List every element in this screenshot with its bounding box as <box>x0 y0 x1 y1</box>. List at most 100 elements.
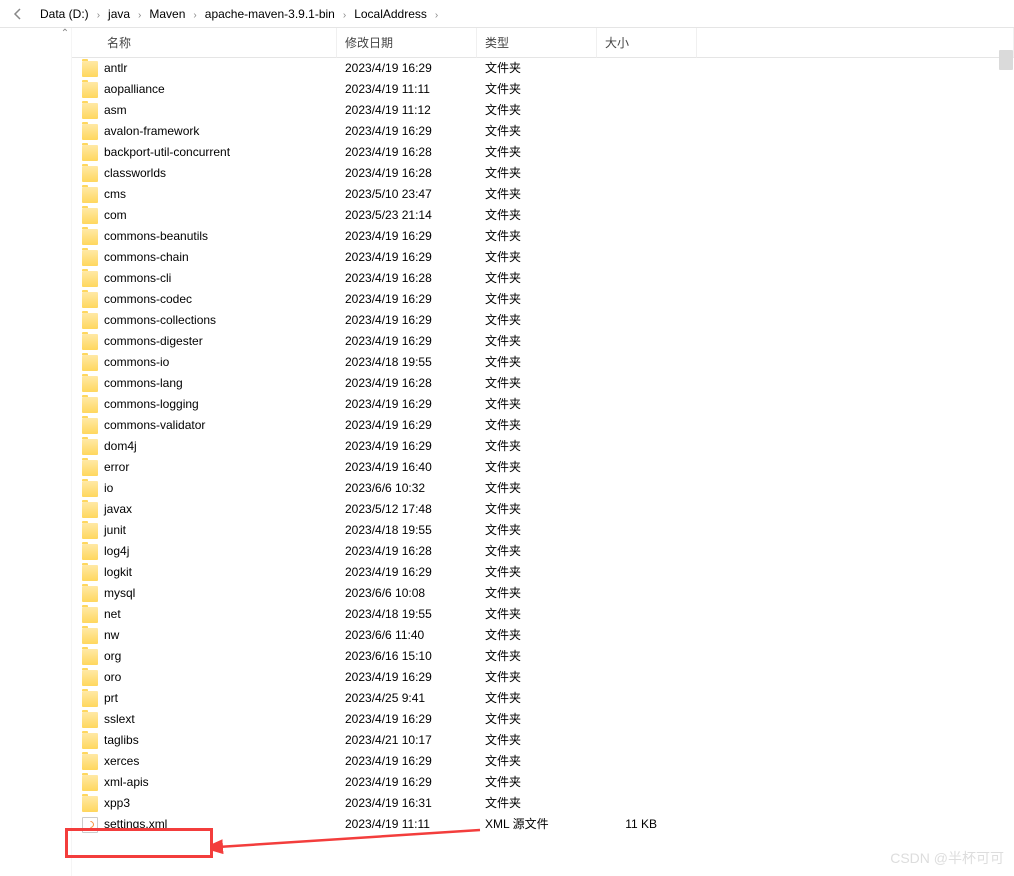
file-name-cell[interactable]: dom4j <box>72 436 337 457</box>
folder-icon <box>82 544 98 560</box>
row-spacer <box>697 373 1014 394</box>
column-header-name[interactable]: 名称 <box>72 28 337 58</box>
file-size-cell <box>597 499 697 520</box>
column-header-type[interactable]: 类型 <box>477 28 597 58</box>
file-name-cell[interactable]: mysql <box>72 583 337 604</box>
file-name-cell[interactable]: settings.xml <box>72 814 337 835</box>
folder-icon <box>82 775 98 791</box>
file-name-cell[interactable]: nw <box>72 625 337 646</box>
folder-icon <box>82 565 98 581</box>
file-name-text: cms <box>104 186 126 203</box>
file-name-text: commons-io <box>104 354 169 371</box>
file-name-cell[interactable]: commons-codec <box>72 289 337 310</box>
row-spacer <box>697 331 1014 352</box>
row-spacer <box>697 772 1014 793</box>
file-name-cell[interactable]: asm <box>72 100 337 121</box>
file-type-cell: 文件夹 <box>477 667 597 688</box>
row-spacer <box>697 394 1014 415</box>
file-size-cell <box>597 163 697 184</box>
file-size-cell <box>597 373 697 394</box>
row-spacer <box>697 247 1014 268</box>
file-name-cell[interactable]: avalon-framework <box>72 121 337 142</box>
breadcrumb-item[interactable]: Maven <box>143 5 191 23</box>
file-name-cell[interactable]: commons-lang <box>72 373 337 394</box>
file-name-text: avalon-framework <box>104 123 199 140</box>
file-name-text: aopalliance <box>104 81 165 98</box>
file-name-text: commons-codec <box>104 291 192 308</box>
file-name-cell[interactable]: net <box>72 604 337 625</box>
chevron-right-icon: › <box>193 10 196 21</box>
file-name-cell[interactable]: logkit <box>72 562 337 583</box>
file-name-cell[interactable]: commons-beanutils <box>72 226 337 247</box>
file-name-cell[interactable]: xml-apis <box>72 772 337 793</box>
file-size-cell <box>597 121 697 142</box>
row-spacer <box>697 226 1014 247</box>
breadcrumb-item[interactable]: Data (D:) <box>34 5 95 23</box>
file-size-cell <box>597 226 697 247</box>
breadcrumb-item[interactable]: apache-maven-3.9.1-bin <box>199 5 341 23</box>
file-name-text: oro <box>104 669 121 686</box>
file-name-cell[interactable]: prt <box>72 688 337 709</box>
row-spacer <box>697 625 1014 646</box>
file-name-cell[interactable]: error <box>72 457 337 478</box>
file-name-cell[interactable]: taglibs <box>72 730 337 751</box>
file-name-cell[interactable]: commons-cli <box>72 268 337 289</box>
file-name-cell[interactable]: commons-io <box>72 352 337 373</box>
folder-icon <box>82 796 98 812</box>
file-name-cell[interactable]: io <box>72 478 337 499</box>
file-name-cell[interactable]: sslext <box>72 709 337 730</box>
file-modified-cell: 2023/4/18 19:55 <box>337 604 477 625</box>
file-name-text: error <box>104 459 129 476</box>
file-name-cell[interactable]: log4j <box>72 541 337 562</box>
file-name-cell[interactable]: org <box>72 646 337 667</box>
column-header-size[interactable]: 大小 <box>597 28 697 58</box>
file-name-cell[interactable]: commons-validator <box>72 415 337 436</box>
file-name-cell[interactable]: junit <box>72 520 337 541</box>
vertical-scrollbar[interactable] <box>999 50 1013 70</box>
file-name-cell[interactable]: commons-logging <box>72 394 337 415</box>
file-name-cell[interactable]: xpp3 <box>72 793 337 814</box>
row-spacer <box>697 184 1014 205</box>
file-name-cell[interactable]: xerces <box>72 751 337 772</box>
row-spacer <box>697 604 1014 625</box>
breadcrumb-path: Data (D:)›java›Maven›apache-maven-3.9.1-… <box>34 7 440 21</box>
file-size-cell <box>597 184 697 205</box>
file-size-cell <box>597 310 697 331</box>
row-spacer <box>697 583 1014 604</box>
back-button[interactable] <box>8 4 28 24</box>
file-modified-cell: 2023/4/19 16:29 <box>337 331 477 352</box>
row-spacer <box>697 793 1014 814</box>
file-type-cell: 文件夹 <box>477 793 597 814</box>
file-name-text: log4j <box>104 543 129 560</box>
file-name-cell[interactable]: commons-collections <box>72 310 337 331</box>
breadcrumb-item[interactable]: java <box>102 5 136 23</box>
file-size-cell <box>597 709 697 730</box>
breadcrumb-item[interactable]: LocalAddress <box>348 5 433 23</box>
column-header-modified[interactable]: 修改日期 <box>337 28 477 58</box>
file-name-cell[interactable]: classworlds <box>72 163 337 184</box>
folder-icon <box>82 376 98 392</box>
file-name-cell[interactable]: cms <box>72 184 337 205</box>
file-name-text: taglibs <box>104 732 139 749</box>
file-name-cell[interactable]: oro <box>72 667 337 688</box>
file-name-cell[interactable]: backport-util-concurrent <box>72 142 337 163</box>
file-size-cell <box>597 436 697 457</box>
expand-tree-icon[interactable]: ⌃ <box>59 28 71 40</box>
file-name-cell[interactable]: antlr <box>72 58 337 79</box>
folder-icon <box>82 754 98 770</box>
file-modified-cell: 2023/4/18 19:55 <box>337 352 477 373</box>
file-name-cell[interactable]: javax <box>72 499 337 520</box>
file-name-text: xerces <box>104 753 139 770</box>
row-spacer <box>697 436 1014 457</box>
file-name-text: commons-chain <box>104 249 189 266</box>
file-size-cell <box>597 562 697 583</box>
file-name-cell[interactable]: aopalliance <box>72 79 337 100</box>
file-size-cell: 11 KB <box>597 814 697 835</box>
column-header-spacer <box>697 28 1014 58</box>
file-size-cell <box>597 289 697 310</box>
row-spacer <box>697 121 1014 142</box>
file-name-cell[interactable]: commons-chain <box>72 247 337 268</box>
folder-icon <box>82 250 98 266</box>
file-name-cell[interactable]: commons-digester <box>72 331 337 352</box>
file-name-cell[interactable]: com <box>72 205 337 226</box>
